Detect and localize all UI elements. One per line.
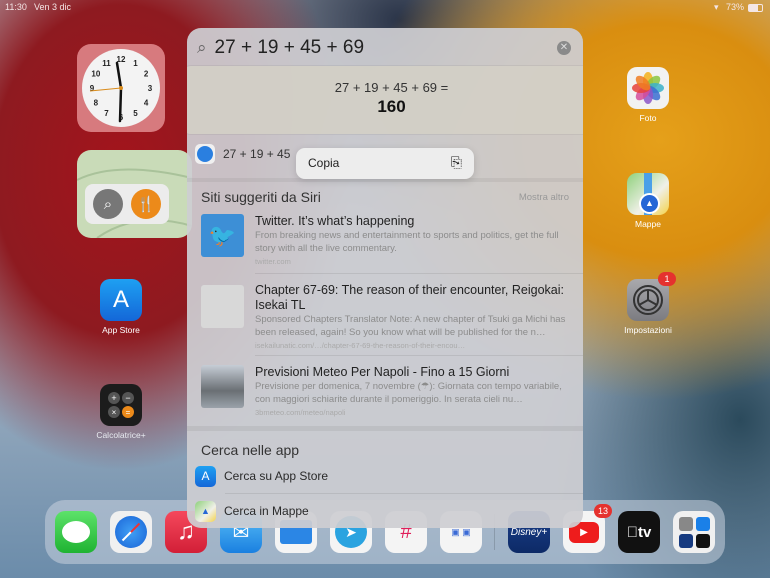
siri-result-meteo[interactable]: Previsioni Meteo Per Napoli - Fino a 15 …	[201, 365, 569, 425]
safari-icon	[195, 144, 215, 164]
weather-thumbnail	[201, 365, 244, 408]
app-label: Foto	[639, 113, 657, 123]
calculator-icon: + − × =	[100, 384, 142, 426]
calc-result: 160	[377, 97, 406, 116]
page-thumbnail	[201, 285, 244, 328]
clock-numeral: 1	[133, 59, 138, 68]
app-label: Mappe	[635, 219, 661, 229]
svg-text:=: =	[126, 408, 131, 417]
divider	[225, 493, 583, 494]
calculator-app[interactable]: + − × = Calcolatrice+	[91, 384, 151, 440]
app-label: Impostazioni	[624, 325, 672, 335]
result-title: Twitter. It’s what’s happening	[255, 214, 415, 228]
svg-text:−: −	[125, 393, 130, 403]
siri-section-title: Siti suggeriti da Siri	[201, 189, 321, 205]
app-store-icon: A	[195, 465, 216, 487]
app-store-app[interactable]: A App Store	[91, 279, 151, 335]
maps-app[interactable]: ▲ Mappe	[618, 173, 678, 229]
result-url: 3bmeteo.com/meteo/napoli	[255, 408, 346, 417]
result-url: isekailunatic.com/…/chapter-67-69-the-re…	[255, 341, 466, 350]
wifi-icon: ▾	[714, 2, 719, 12]
clock-numeral: 8	[94, 99, 99, 108]
settings-icon: 1	[627, 272, 676, 321]
copy-icon: ⎘	[450, 154, 462, 170]
dock-apple-tv-icon[interactable]: tv	[618, 511, 660, 553]
map-search-button[interactable]: ⌕	[93, 189, 123, 219]
show-more-link[interactable]: Mostra altro	[519, 192, 569, 203]
maps-icon: ▲	[195, 500, 216, 522]
clock-numeral: 5	[133, 109, 138, 118]
result-description: Previsione per domenica, 7 novembre (☂):…	[255, 381, 562, 405]
svg-text:×: ×	[112, 408, 117, 417]
clock-numeral: 9	[90, 84, 95, 93]
status-date: Ven 3 dic	[34, 2, 72, 12]
calc-expression: 27 + 19 + 45 + 69 =	[334, 80, 449, 95]
app-label: App Store	[102, 325, 140, 335]
dock-messages-icon[interactable]	[55, 511, 97, 553]
app-label: Calcolatrice+	[96, 430, 146, 440]
search-input[interactable]: 27 + 19 + 45 + 69	[215, 37, 365, 59]
maps-widget[interactable]: ⌕ 🍴	[77, 150, 192, 238]
app-store-icon: A	[100, 279, 142, 321]
section-divider	[187, 426, 583, 431]
twitter-bird-icon: 🐦	[201, 214, 244, 257]
search-bar[interactable]: ⌕ 27 + 19 + 45 + 69 ✕	[187, 28, 583, 68]
battery-icon	[748, 4, 763, 12]
apps-section-title: Cerca nelle app	[201, 442, 300, 458]
clock-numeral: 3	[148, 84, 153, 93]
photos-icon	[627, 67, 669, 109]
clock-hands-icon: 121234567891011	[90, 55, 153, 123]
clock-numeral: 7	[104, 109, 109, 118]
map-restaurants-button[interactable]: 🍴	[131, 189, 161, 219]
dock-safari-icon[interactable]	[110, 511, 152, 553]
spotlight-panel: ⌕ 27 + 19 + 45 + 69 ✕ 27 + 19 + 45 + 69 …	[187, 28, 583, 528]
search-maps-row[interactable]: ▲ Cerca in Mappe	[195, 496, 583, 526]
notification-badge: 13	[594, 504, 612, 518]
row-label: Cerca in Mappe	[224, 504, 309, 518]
settings-app[interactable]: 1 Impostazioni	[618, 272, 678, 335]
safari-search-row[interactable]: 27 + 19 + 45	[195, 144, 290, 164]
calculator-result-card[interactable]: 27 + 19 + 45 + 69 = 160	[187, 66, 583, 134]
row-label: Cerca su App Store	[224, 469, 329, 483]
maps-icon: ▲	[627, 173, 669, 215]
svg-text:+: +	[111, 393, 116, 403]
status-time: 11:30	[5, 2, 27, 12]
result-url: twitter.com	[255, 257, 291, 266]
siri-result-chapter[interactable]: Chapter 67-69: The reason of their encou…	[201, 283, 569, 350]
siri-result-twitter[interactable]: 🐦 Twitter. It’s what’s happening From br…	[201, 214, 569, 274]
clock-numeral: 10	[91, 70, 100, 79]
divider	[255, 273, 583, 274]
photos-app[interactable]: Foto	[618, 67, 678, 123]
safari-search-text: 27 + 19 + 45	[223, 147, 291, 161]
clock-numeral: 2	[144, 70, 149, 79]
clock-numeral: 4	[144, 99, 149, 108]
result-title: Chapter 67-69: The reason of their encou…	[255, 283, 564, 312]
dock-app-library-icon[interactable]	[673, 511, 715, 553]
copy-context-menu[interactable]: Copia ⎘	[296, 148, 474, 179]
clock-numeral: 11	[102, 59, 111, 68]
clock-face: 121234567891011	[82, 49, 160, 127]
result-description: Sponsored Chapters Translator Note: A ne…	[255, 314, 566, 338]
battery-percent: 73%	[726, 2, 745, 12]
notification-badge: 1	[658, 272, 676, 286]
divider	[255, 355, 583, 356]
search-icon: ⌕	[197, 38, 207, 57]
result-description: From breaking news and entertainment to …	[255, 230, 559, 254]
result-title: Previsioni Meteo Per Napoli - Fino a 15 …	[255, 365, 510, 379]
clear-search-button[interactable]: ✕	[557, 41, 571, 55]
map-actions: ⌕ 🍴	[85, 184, 169, 224]
search-app-store-row[interactable]: A Cerca su App Store	[195, 461, 583, 491]
clock-widget[interactable]: 121234567891011	[77, 44, 165, 132]
copy-menu-item[interactable]: Copia	[308, 156, 339, 170]
